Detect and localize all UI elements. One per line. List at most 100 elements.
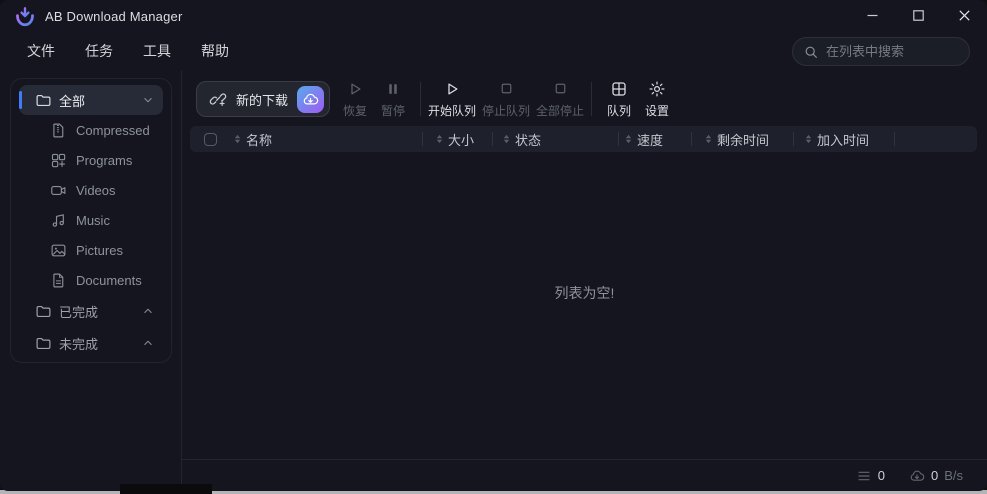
- toolbar-separator: [591, 82, 593, 116]
- column-header-date-added[interactable]: 加入时间: [794, 126, 894, 152]
- search-box[interactable]: [792, 37, 970, 66]
- sidebar-item-finished[interactable]: 已完成: [19, 296, 163, 326]
- sidebar-item-compressed[interactable]: Compressed: [19, 115, 163, 145]
- folder-icon: [35, 303, 52, 320]
- new-download-button[interactable]: 新的下载: [196, 81, 331, 117]
- selected-accent-bar: [19, 91, 22, 109]
- stop-icon: [498, 79, 515, 98]
- folder-icon: [35, 335, 52, 352]
- toolbar-separator: [420, 82, 422, 116]
- chevron-up-icon[interactable]: [141, 336, 155, 350]
- select-all-checkbox[interactable]: [203, 132, 217, 146]
- download-list-count-icon: [856, 468, 872, 484]
- pause-button[interactable]: 暂停: [374, 79, 412, 119]
- sort-icon: [503, 134, 510, 144]
- download-list-header: 名称 大小 状态 速度 剩余时间 加入时间: [190, 126, 977, 152]
- app-window: AB Download Manager 文件 任务 工具 帮助 全部 Compr…: [0, 0, 987, 491]
- column-label: 状态: [515, 132, 542, 148]
- column-header-status[interactable]: 状态: [493, 126, 618, 152]
- empty-list-message: 列表为空!: [554, 285, 615, 301]
- stop-queue-label: 停止队列: [482, 104, 531, 118]
- sort-icon: [705, 134, 712, 144]
- video-camera-icon: [50, 182, 67, 199]
- folder-icon: [35, 92, 52, 109]
- chevron-up-icon[interactable]: [141, 304, 155, 318]
- column-header-time-left[interactable]: 剩余时间: [692, 126, 793, 152]
- stop-queue-button[interactable]: 停止队列: [482, 79, 531, 119]
- download-count: 0: [877, 468, 885, 483]
- window-controls: [849, 0, 987, 30]
- cloud-download-icon: [303, 93, 319, 104]
- sidebar-item-label: Documents: [76, 272, 142, 288]
- apps-grid-icon: [50, 152, 67, 169]
- status-bar: 0 0 B/s: [182, 459, 987, 491]
- minimize-button[interactable]: [849, 0, 895, 30]
- sidebar-item-label: 未完成: [59, 336, 99, 352]
- start-queue-label: 开始队列: [428, 104, 477, 118]
- resume-label: 恢复: [343, 104, 368, 118]
- title-bar: AB Download Manager: [0, 0, 987, 33]
- menu-file[interactable]: 文件: [16, 37, 66, 65]
- sidebar-item-label: Pictures: [76, 242, 123, 258]
- global-speed-unit: B/s: [944, 468, 963, 483]
- settings-button[interactable]: 设置: [638, 79, 676, 119]
- queues-button[interactable]: 队列: [600, 79, 638, 119]
- picture-icon: [50, 242, 67, 259]
- sidebar-item-label: 全部: [59, 93, 86, 109]
- stop-all-button[interactable]: 全部停止: [536, 79, 585, 119]
- column-label: 名称: [246, 132, 273, 148]
- sidebar-item-pictures[interactable]: Pictures: [19, 235, 163, 265]
- sidebar-item-videos[interactable]: Videos: [19, 175, 163, 205]
- sidebar-item-label: Programs: [76, 152, 133, 168]
- column-header-speed[interactable]: 速度: [619, 126, 691, 152]
- import-download-button[interactable]: [297, 85, 325, 113]
- category-sidebar: 全部 Compressed Programs Videos Music Pict…: [10, 78, 172, 363]
- sidebar-item-label: Compressed: [76, 122, 150, 138]
- column-separator[interactable]: [894, 132, 895, 146]
- stop-icon: [552, 79, 569, 98]
- sidebar-item-label: 已完成: [59, 304, 99, 320]
- sort-icon: [436, 134, 443, 144]
- close-button[interactable]: [941, 0, 987, 30]
- search-icon: [805, 46, 817, 58]
- chevron-down-icon[interactable]: [141, 93, 155, 107]
- toolbar: 新的下载 恢复 暂停 开始队列 停止队列 全部停止 队列 设置: [196, 79, 676, 119]
- queue-grid-icon: [610, 79, 628, 98]
- search-input[interactable]: [826, 44, 959, 59]
- window-title: AB Download Manager: [45, 9, 183, 24]
- settings-label: 设置: [645, 104, 670, 118]
- sidebar-item-label: Music: [76, 212, 110, 228]
- pause-label: 暂停: [381, 104, 406, 118]
- column-label: 速度: [637, 132, 664, 148]
- document-icon: [50, 272, 67, 289]
- menu-help[interactable]: 帮助: [190, 37, 240, 65]
- add-link-icon: [209, 93, 227, 107]
- sidebar-item-programs[interactable]: Programs: [19, 145, 163, 175]
- queues-label: 队列: [607, 104, 632, 118]
- column-header-size[interactable]: 大小: [423, 126, 492, 152]
- resume-button[interactable]: 恢复: [336, 79, 374, 119]
- column-label: 大小: [448, 132, 475, 148]
- sidebar-item-unfinished[interactable]: 未完成: [19, 328, 163, 358]
- app-logo-icon: [16, 6, 34, 26]
- sort-icon: [234, 134, 241, 144]
- maximize-button[interactable]: [895, 0, 941, 30]
- column-label: 加入时间: [817, 132, 870, 148]
- global-speed-icon: [909, 468, 925, 484]
- menu-tasks[interactable]: 任务: [74, 37, 124, 65]
- menu-tools[interactable]: 工具: [132, 37, 182, 65]
- sidebar-item-label: Videos: [76, 182, 116, 198]
- start-queue-button[interactable]: 开始队列: [428, 79, 477, 119]
- music-note-icon: [50, 212, 67, 229]
- new-download-label: 新的下载: [236, 92, 289, 108]
- play-icon: [346, 79, 364, 98]
- menu-bar: 文件 任务 工具 帮助: [16, 38, 240, 64]
- sidebar-item-documents[interactable]: Documents: [19, 265, 163, 295]
- column-header-name[interactable]: 名称: [230, 126, 422, 152]
- sidebar-item-all[interactable]: 全部: [19, 85, 163, 115]
- sidebar-divider: [181, 71, 182, 491]
- sidebar-item-music[interactable]: Music: [19, 205, 163, 235]
- stop-all-label: 全部停止: [536, 104, 585, 118]
- column-label: 剩余时间: [717, 132, 770, 148]
- gear-icon: [648, 79, 666, 98]
